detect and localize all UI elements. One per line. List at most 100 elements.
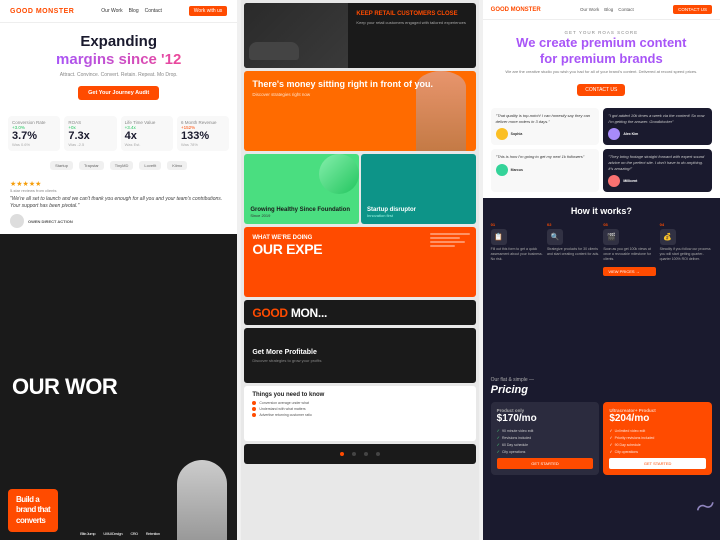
woman-card-sub: Discover strategies right now xyxy=(252,92,433,97)
our-work-text: OUR WOR xyxy=(12,376,117,398)
p3-nav-0[interactable]: Our Work xyxy=(580,7,599,12)
pc-feat-1-0: Unlimited video edit xyxy=(609,428,706,433)
car-image xyxy=(244,3,348,68)
card-green: Growing Healthy Since Foundation Since 2… xyxy=(244,154,359,224)
label-0: Elite Jump xyxy=(80,532,95,536)
build-card: Build a brand that converts xyxy=(8,489,58,532)
testi-name-1: Alex Kim xyxy=(623,132,638,136)
wt-line-0: Conversion average under what xyxy=(252,401,467,405)
testi-name-0: Sophia xyxy=(511,132,523,136)
car-card-content: Keep retail customers close Keep your re… xyxy=(348,3,475,68)
card-things: Things you need to know Conversion avera… xyxy=(244,386,475,441)
card-woman: There's money sitting right in front of … xyxy=(244,71,475,151)
step-2: 03 🎬 Soon as you get 100k views at once … xyxy=(603,222,655,276)
pricing-title-text: Pricing xyxy=(491,384,528,396)
testi-info-0: Sophia xyxy=(511,132,523,136)
p3-nav-1[interactable]: Blog xyxy=(604,7,613,12)
how-section: How it works? 01 📋 Fill out this form to… xyxy=(483,198,720,369)
step-num-1: 02 xyxy=(547,222,599,227)
testi-avatar-2 xyxy=(496,164,508,176)
step-num-0: 01 xyxy=(491,222,543,227)
pc-feat-0-3: City operations xyxy=(497,449,594,454)
woman-card-title: There's money sitting right in front of … xyxy=(252,79,433,90)
green-image xyxy=(319,154,359,194)
stat-roas: ROAS +0x 7.3x Was -2.5 xyxy=(64,116,116,151)
reviewer-name: OWEN DIRECT ACTION xyxy=(28,219,73,224)
build-card-title: Build a brand that converts xyxy=(16,495,50,525)
hero-title-line1: Expanding xyxy=(80,33,157,50)
client-logos: Startup Trapstar TinyMD Lovefit Kiimo xyxy=(0,157,237,174)
dot-1 xyxy=(352,452,356,456)
stat-prev-2: Was Est. xyxy=(125,142,169,147)
nav-contact[interactable]: Contact xyxy=(145,8,162,14)
stat-val-0: 3.7% xyxy=(12,130,56,142)
step-text-0: Fill out this form to get a quick assess… xyxy=(491,247,543,262)
nav-blog[interactable]: Blog xyxy=(129,8,139,14)
testi-author-0: Sophia xyxy=(496,128,595,140)
view-price-btn[interactable]: VIEW PRICES → xyxy=(603,267,655,276)
dot-2 xyxy=(364,452,368,456)
green-sub: Since 2019 xyxy=(250,213,353,218)
stat-prev-0: Was 0.6% xyxy=(12,142,56,147)
pricing-section: Our flat & simple — Pricing 〜 Product on… xyxy=(483,369,720,540)
wt-text-0: Conversion average under what xyxy=(259,401,309,405)
review-section: ★★★★★ 5-star reviews from clients "We're… xyxy=(0,174,237,234)
logo-3: Lovefit xyxy=(139,161,161,170)
p3-cta-nav[interactable]: CONTACT US xyxy=(673,5,712,14)
logo-2: TinyMD xyxy=(110,161,134,170)
panel-premium: GOOD MONSTER Our Work Blog Contact CONTA… xyxy=(483,0,720,540)
bottom-labels: Elite Jump UX/UI Design CRO Retention xyxy=(80,532,160,536)
testi-author-1: Alex Kim xyxy=(608,128,707,140)
car-silhouette xyxy=(249,42,299,60)
stat-val-2: 4x xyxy=(125,130,169,142)
testi-info-1: Alex Kim xyxy=(623,132,638,136)
of-line-4 xyxy=(430,245,455,247)
hero-heading: We create premium content for premium br… xyxy=(498,35,705,66)
card-profitable: Get More Profitable Discover strategies … xyxy=(244,328,475,383)
wt-text-1: Understand with what matters xyxy=(259,407,305,411)
dot-active xyxy=(340,452,344,456)
card-car: Keep retail customers close Keep your re… xyxy=(244,3,475,68)
wt-line-1: Understand with what matters xyxy=(252,407,467,411)
step-icon-3: 💰 xyxy=(660,229,676,245)
pc-feat-0-2: 60 Day schedule xyxy=(497,442,594,447)
testi-quote-2: "This is how I'm going to get my next 1k… xyxy=(496,154,595,160)
testi-3: "They bring footage straight forward wit… xyxy=(603,149,712,192)
step-1: 02 🔍 Strategize products for 30 clients … xyxy=(547,222,599,276)
wt-text-2: Advertise returning customer ratio xyxy=(259,413,312,417)
step-icon-2: 🎬 xyxy=(603,229,619,245)
contact-btn[interactable]: CONTACT US xyxy=(577,84,625,96)
dp-sub: Discover strategies to grow your profits xyxy=(252,358,467,363)
testi-author-3: Millicent xyxy=(608,175,707,187)
stat-prev-1: Was -2.5 xyxy=(68,142,112,147)
work-with-us-btn[interactable]: Work with us xyxy=(189,6,228,16)
middle-text-banner: GOOD MON... xyxy=(244,300,475,325)
testi-quote-3: "They bring footage straight forward wit… xyxy=(608,154,707,171)
testi-avatar-1 xyxy=(608,128,620,140)
dot-1 xyxy=(252,407,256,411)
hero-cta-btn[interactable]: Get Your Journey Audit xyxy=(78,86,159,100)
stat-prev-3: Was 78% xyxy=(181,142,225,147)
panel3-header: GOOD MONSTER Our Work Blog Contact CONTA… xyxy=(483,0,720,20)
panel1-logo: GOOD MONSTER xyxy=(10,8,74,15)
woman-card-text: There's money sitting right in front of … xyxy=(252,79,433,97)
pc-feat-1-2: 90 Day schedule xyxy=(609,442,706,447)
pc-btn-0[interactable]: GET STARTED xyxy=(497,458,594,469)
dp-title: Get More Profitable xyxy=(252,349,467,356)
testi-quote-0: "That quality is top-notch! I can honest… xyxy=(496,113,595,124)
car-card-title: Keep retail customers close xyxy=(356,11,467,17)
pc-btn-1[interactable]: GET STARTED xyxy=(609,458,706,469)
nav-our-work[interactable]: Our Work xyxy=(101,8,122,14)
p3-hero: GET YOUR ROAS SCORE We create premium co… xyxy=(483,20,720,102)
our-work-banner: OUR WOR Build a brand that converts Elit… xyxy=(0,234,237,540)
p3-nav-2[interactable]: Contact xyxy=(618,7,634,12)
p3-logo: GOOD MONSTER xyxy=(491,7,541,13)
step-num-3: 04 xyxy=(660,222,712,227)
pricing-label: Our flat & simple — xyxy=(491,377,712,383)
teal-sub: Innovation first xyxy=(367,213,470,218)
pc-features-1: Unlimited video edit Priority revisions … xyxy=(609,428,706,454)
price-card-0: Product only $170/mo 90 minute video edi… xyxy=(491,402,600,475)
testi-1: "I got added 10k times a week via the co… xyxy=(603,108,712,145)
of-line-1 xyxy=(430,233,470,235)
testi-info-2: Marcus xyxy=(511,168,523,172)
